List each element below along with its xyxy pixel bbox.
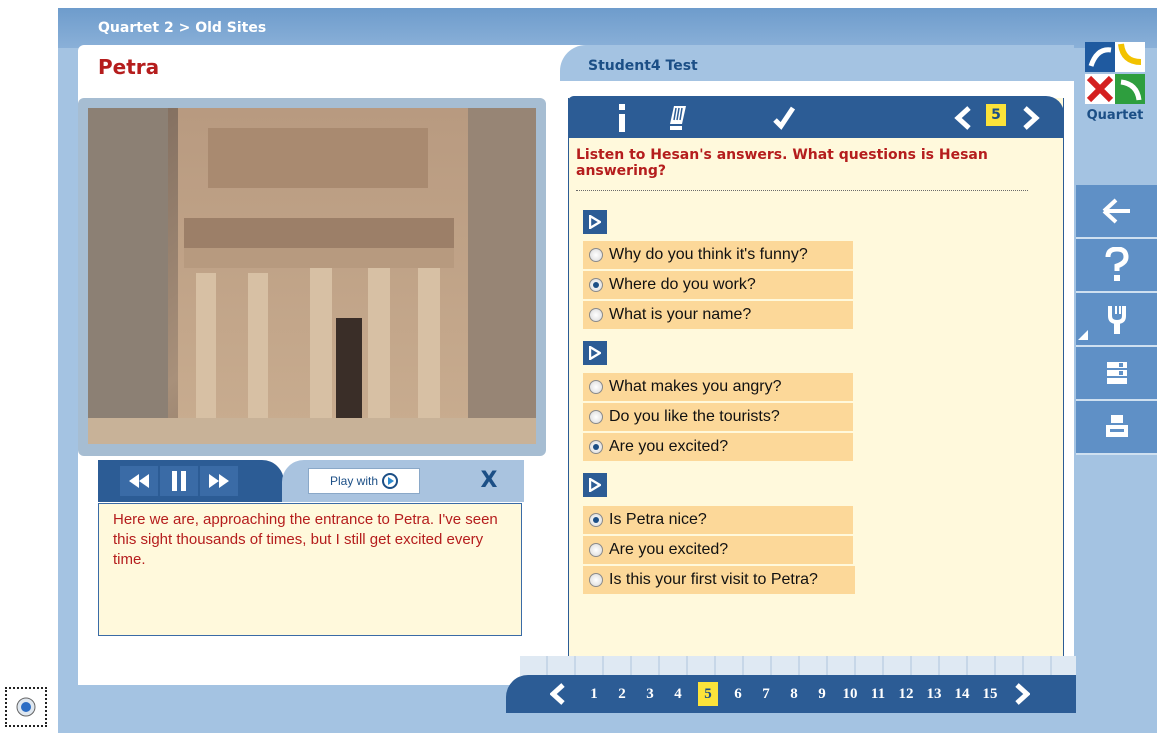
pager-page-14[interactable]: 14	[948, 682, 976, 706]
corner-triangle-icon	[1078, 330, 1088, 340]
option-label: What makes you angry?	[609, 378, 782, 395]
stack-button[interactable]	[1076, 347, 1157, 401]
pager-page-4[interactable]: 4	[664, 682, 692, 706]
prev-exercise-button[interactable]	[954, 103, 972, 133]
exercise-page-number: 5	[986, 104, 1006, 126]
option-3-3[interactable]: Is this your first visit to Petra?	[583, 566, 855, 594]
option-2-1[interactable]: What makes you angry?	[583, 373, 853, 401]
tools-icon	[1107, 306, 1126, 334]
next-exercise-button[interactable]	[1022, 103, 1040, 133]
media-player-icon	[382, 473, 399, 489]
help-button[interactable]	[1076, 239, 1157, 293]
media-icon	[16, 697, 36, 717]
pager-page-6[interactable]: 6	[724, 682, 752, 706]
audio-play-button-1[interactable]	[583, 210, 607, 234]
play-with-button[interactable]: Play with	[308, 468, 420, 494]
radio-button[interactable]	[589, 573, 603, 587]
play-icon	[589, 215, 601, 229]
option-3-2[interactable]: Are you excited?	[583, 536, 853, 564]
pager-next-button[interactable]	[1014, 683, 1030, 705]
check-button[interactable]	[773, 103, 795, 133]
option-3-1[interactable]: Is Petra nice?	[583, 506, 853, 534]
pager-page-9[interactable]: 9	[808, 682, 836, 706]
radio-button[interactable]	[589, 278, 603, 292]
radio-button[interactable]	[589, 410, 603, 424]
prev-arrow-icon	[954, 106, 971, 130]
radio-button[interactable]	[589, 308, 603, 322]
option-label: Where do you work?	[609, 276, 756, 293]
stack-icon	[1106, 362, 1127, 384]
pause-button[interactable]	[160, 466, 198, 496]
play-icon	[589, 346, 601, 360]
option-label: Are you excited?	[609, 438, 729, 455]
pager-page-15[interactable]: 15	[976, 682, 1004, 706]
option-1-3[interactable]: What is your name?	[583, 301, 853, 329]
play-with-label: Play with	[329, 474, 379, 488]
pager-page-1[interactable]: 1	[580, 682, 608, 706]
print-button[interactable]	[1076, 401, 1157, 455]
back-arrow-icon	[1102, 198, 1130, 224]
pager-page-3[interactable]: 3	[636, 682, 664, 706]
option-1-1[interactable]: Why do you think it's funny?	[583, 241, 853, 269]
radio-button[interactable]	[589, 543, 603, 557]
pager: 1 2 3 4 5 6 7 8 9 10 11 12 13 14 15	[550, 680, 1030, 708]
pager-page-12[interactable]: 12	[892, 682, 920, 706]
pager-strip	[520, 656, 1076, 676]
pager-page-10[interactable]: 10	[836, 682, 864, 706]
info-icon	[619, 104, 625, 132]
help-icon	[1105, 247, 1129, 281]
option-label: Are you excited?	[609, 541, 729, 558]
audio-play-button-3[interactable]	[583, 473, 607, 497]
page-title: Petra	[98, 55, 160, 79]
breadcrumb[interactable]: Quartet 2 > Old Sites	[98, 20, 266, 36]
pager-prev-button[interactable]	[550, 683, 566, 705]
option-2-3[interactable]: Are you excited?	[583, 433, 853, 461]
pager-page-11[interactable]: 11	[864, 682, 892, 706]
radio-button[interactable]	[589, 248, 603, 262]
fast-forward-icon	[209, 474, 229, 488]
radio-button[interactable]	[589, 440, 603, 454]
info-button[interactable]	[615, 103, 629, 133]
student-name: Student4 Test	[588, 58, 698, 74]
pager-page-8[interactable]: 8	[780, 682, 808, 706]
rewind-button[interactable]	[120, 466, 158, 496]
divider	[576, 190, 1028, 191]
tools-button[interactable]	[1076, 293, 1157, 347]
eraser-button[interactable]	[668, 103, 688, 133]
option-label: Is Petra nice?	[609, 511, 707, 528]
video-player[interactable]	[88, 108, 536, 444]
option-2-2[interactable]: Do you like the tourists?	[583, 403, 853, 431]
pager-page-7[interactable]: 7	[752, 682, 780, 706]
radio-button[interactable]	[589, 513, 603, 527]
pager-page-5[interactable]: 5	[698, 682, 718, 706]
audio-play-button-2[interactable]	[583, 341, 607, 365]
prev-arrow-icon	[550, 683, 565, 705]
option-label: Is this your first visit to Petra?	[609, 571, 818, 588]
option-label: Do you like the tourists?	[609, 408, 780, 425]
next-arrow-icon	[1015, 683, 1030, 705]
rewind-icon	[129, 474, 149, 488]
option-label: What is your name?	[609, 306, 752, 323]
next-arrow-icon	[1023, 106, 1040, 130]
eraser-icon	[670, 106, 686, 130]
media-button[interactable]	[5, 687, 47, 727]
close-video-button[interactable]: X	[476, 468, 502, 494]
fast-forward-button[interactable]	[200, 466, 238, 496]
print-icon	[1105, 415, 1128, 437]
instruction-text: Listen to Hesan's answers. What question…	[576, 147, 988, 179]
logo-text: Quartet	[1086, 108, 1144, 123]
pause-icon	[172, 471, 186, 491]
transcript-text: Here we are, approaching the entrance to…	[98, 503, 522, 636]
option-1-2[interactable]: Where do you work?	[583, 271, 853, 299]
check-icon	[773, 106, 795, 130]
play-icon	[589, 478, 601, 492]
radio-button[interactable]	[589, 380, 603, 394]
back-button[interactable]	[1076, 185, 1157, 239]
option-label: Why do you think it's funny?	[609, 246, 808, 263]
pager-page-13[interactable]: 13	[920, 682, 948, 706]
pager-page-2[interactable]: 2	[608, 682, 636, 706]
